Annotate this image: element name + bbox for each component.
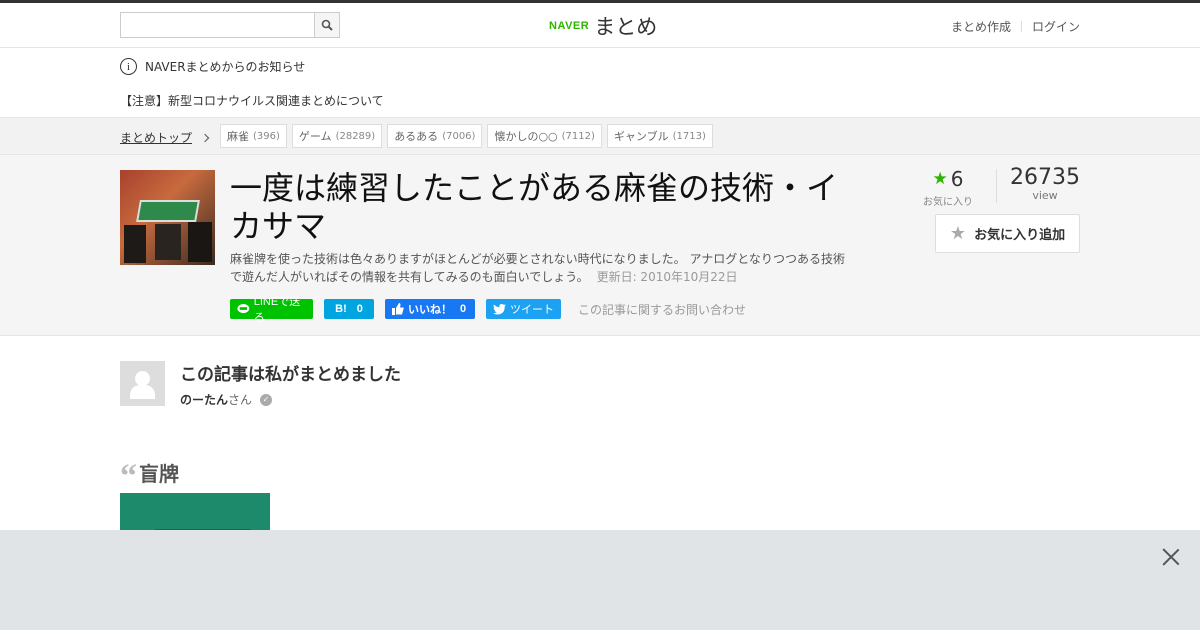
tag-count: (7112): [561, 130, 595, 142]
tag-item[interactable]: 懐かしの○○ (7112): [487, 124, 602, 148]
notice-area: i NAVERまとめからのお知らせ 【注意】新型コロナウイルス関連まとめについて: [0, 48, 1200, 118]
tag-count: (396): [253, 130, 280, 142]
notice-link[interactable]: 【注意】新型コロナウイルス関連まとめについて: [120, 92, 384, 109]
divider: [996, 169, 997, 203]
hatena-bookmark-button[interactable]: B! 0: [324, 299, 374, 319]
author-heading: この記事は私がまとめました: [180, 365, 401, 385]
avatar-head-shape: [135, 371, 150, 386]
header-links: まとめ作成 ログイン: [951, 18, 1080, 35]
tag-item[interactable]: ゲーム (28289): [291, 124, 383, 148]
star-icon: ★: [932, 169, 948, 189]
tag-item[interactable]: 麻雀 (396): [220, 124, 287, 148]
tag-label: ギャンブル: [613, 130, 669, 143]
logo-naver: NAVER: [549, 20, 590, 32]
tweet-label: ツイート: [510, 304, 554, 316]
create-matome-link[interactable]: まとめ作成: [951, 18, 1011, 35]
tag-item[interactable]: ギャンブル (1713): [606, 124, 713, 148]
tag-label: 懐かしの○○: [494, 130, 558, 143]
section-image: [120, 493, 270, 535]
verified-icon: ✓: [260, 393, 273, 406]
search-icon: [321, 19, 333, 31]
add-favorite-label: お気に入り追加: [974, 228, 1066, 243]
site-header: NAVER まとめ まとめ作成 ログイン: [0, 3, 1200, 48]
author-suffix: さん: [228, 393, 253, 407]
facebook-like-button[interactable]: いいね！ 0: [385, 299, 475, 319]
facebook-like-label: いいね！: [408, 304, 452, 316]
logo-matome: まとめ: [594, 15, 658, 39]
star-icon: ★: [949, 223, 967, 244]
thumbs-up-icon: [392, 303, 404, 315]
favorites-label: お気に入り: [923, 197, 973, 208]
line-share-button[interactable]: LINEで送る: [230, 296, 313, 324]
hatena-icon: B!: [335, 303, 347, 315]
tag-list: 麻雀 (396) ゲーム (28289) あるある (7006) 懐かしの○○ (711…: [220, 124, 713, 148]
search-button[interactable]: [314, 13, 339, 37]
share-bar: LINEで送る B! 0 いいね！ 0 ツイート この記事に関するお問い合わせ: [230, 296, 746, 324]
avatar-body-shape: [130, 385, 155, 399]
hatena-count: 0: [356, 303, 363, 315]
search-box: [120, 12, 340, 38]
tag-count: (28289): [335, 130, 376, 142]
tag-label: あるある: [394, 130, 439, 143]
favorites-stat: ★ 6 お気に入り: [913, 167, 983, 208]
line-icon: [237, 303, 250, 314]
ad-banner: [0, 530, 1200, 630]
info-icon: i: [120, 58, 137, 75]
section-title: 盲牌: [139, 461, 179, 486]
notice-heading: i NAVERまとめからのお知らせ: [120, 58, 305, 75]
section-heading: “ 盲牌: [120, 457, 179, 495]
search-input[interactable]: [121, 13, 314, 37]
article-title: 一度は練習したことがある麻雀の技術・イカサマ: [230, 169, 839, 245]
site-logo[interactable]: NAVER まとめ: [549, 11, 657, 41]
quote-icon: “: [120, 458, 137, 495]
tag-count: (7006): [442, 130, 476, 142]
views-label: view: [1032, 189, 1058, 202]
author-name[interactable]: のーたん: [180, 391, 228, 408]
author-name-row: のーたん さん ✓: [180, 391, 273, 408]
divider: [1020, 21, 1022, 32]
breadcrumb: まとめトップ 麻雀 (396) ゲーム (28289) あるある (7006) 懐かし…: [0, 118, 1200, 155]
views-count: 26735: [1010, 165, 1080, 190]
article-header: 一度は練習したことがある麻雀の技術・イカサマ 麻雀牌を使った技術は色々ありますが…: [0, 155, 1200, 336]
description-text: 麻雀牌を使った技術は色々ありますがほとんどが必要とされない時代になりました。 ア…: [230, 252, 845, 284]
avatar[interactable]: [120, 361, 165, 406]
mahjong-table-shape: [136, 200, 200, 222]
favorites-count: 6: [950, 167, 964, 191]
contact-link[interactable]: この記事に関するお問い合わせ: [578, 301, 746, 318]
views-stat: 26735 view: [1010, 165, 1080, 203]
table-base-shape: [155, 224, 181, 260]
breadcrumb-top-link[interactable]: まとめトップ: [120, 129, 210, 146]
login-link[interactable]: ログイン: [1032, 18, 1080, 35]
article-description: 麻雀牌を使った技術は色々ありますがほとんどが必要とされない時代になりました。 ア…: [230, 250, 850, 286]
tweet-button[interactable]: ツイート: [486, 299, 561, 319]
notice-title: NAVERまとめからのお知らせ: [145, 60, 306, 74]
twitter-bird-icon: [493, 303, 506, 314]
article-thumbnail: [120, 170, 215, 265]
chair-shape: [124, 225, 146, 263]
favorites-number: ★ 6: [913, 167, 983, 191]
article-stats: ★ 6 お気に入り 26735 view: [913, 165, 1080, 209]
tag-label: ゲーム: [298, 130, 332, 143]
chair-shape: [188, 222, 212, 262]
tag-count: (1713): [672, 130, 706, 142]
tag-item[interactable]: あるある (7006): [387, 124, 483, 148]
close-icon[interactable]: [1162, 548, 1180, 566]
add-favorite-button[interactable]: ★ お気に入り追加: [935, 214, 1080, 253]
chevron-right-icon: [200, 133, 210, 142]
updated-date: 更新日: 2010年10月22日: [596, 270, 738, 284]
author-box: この記事は私がまとめました のーたん さん ✓: [0, 336, 1200, 436]
facebook-like-count: 0: [460, 303, 467, 315]
tag-label: 麻雀: [227, 130, 249, 143]
breadcrumb-top-label: まとめトップ: [120, 131, 193, 145]
line-share-label: LINEで送る: [253, 296, 301, 324]
